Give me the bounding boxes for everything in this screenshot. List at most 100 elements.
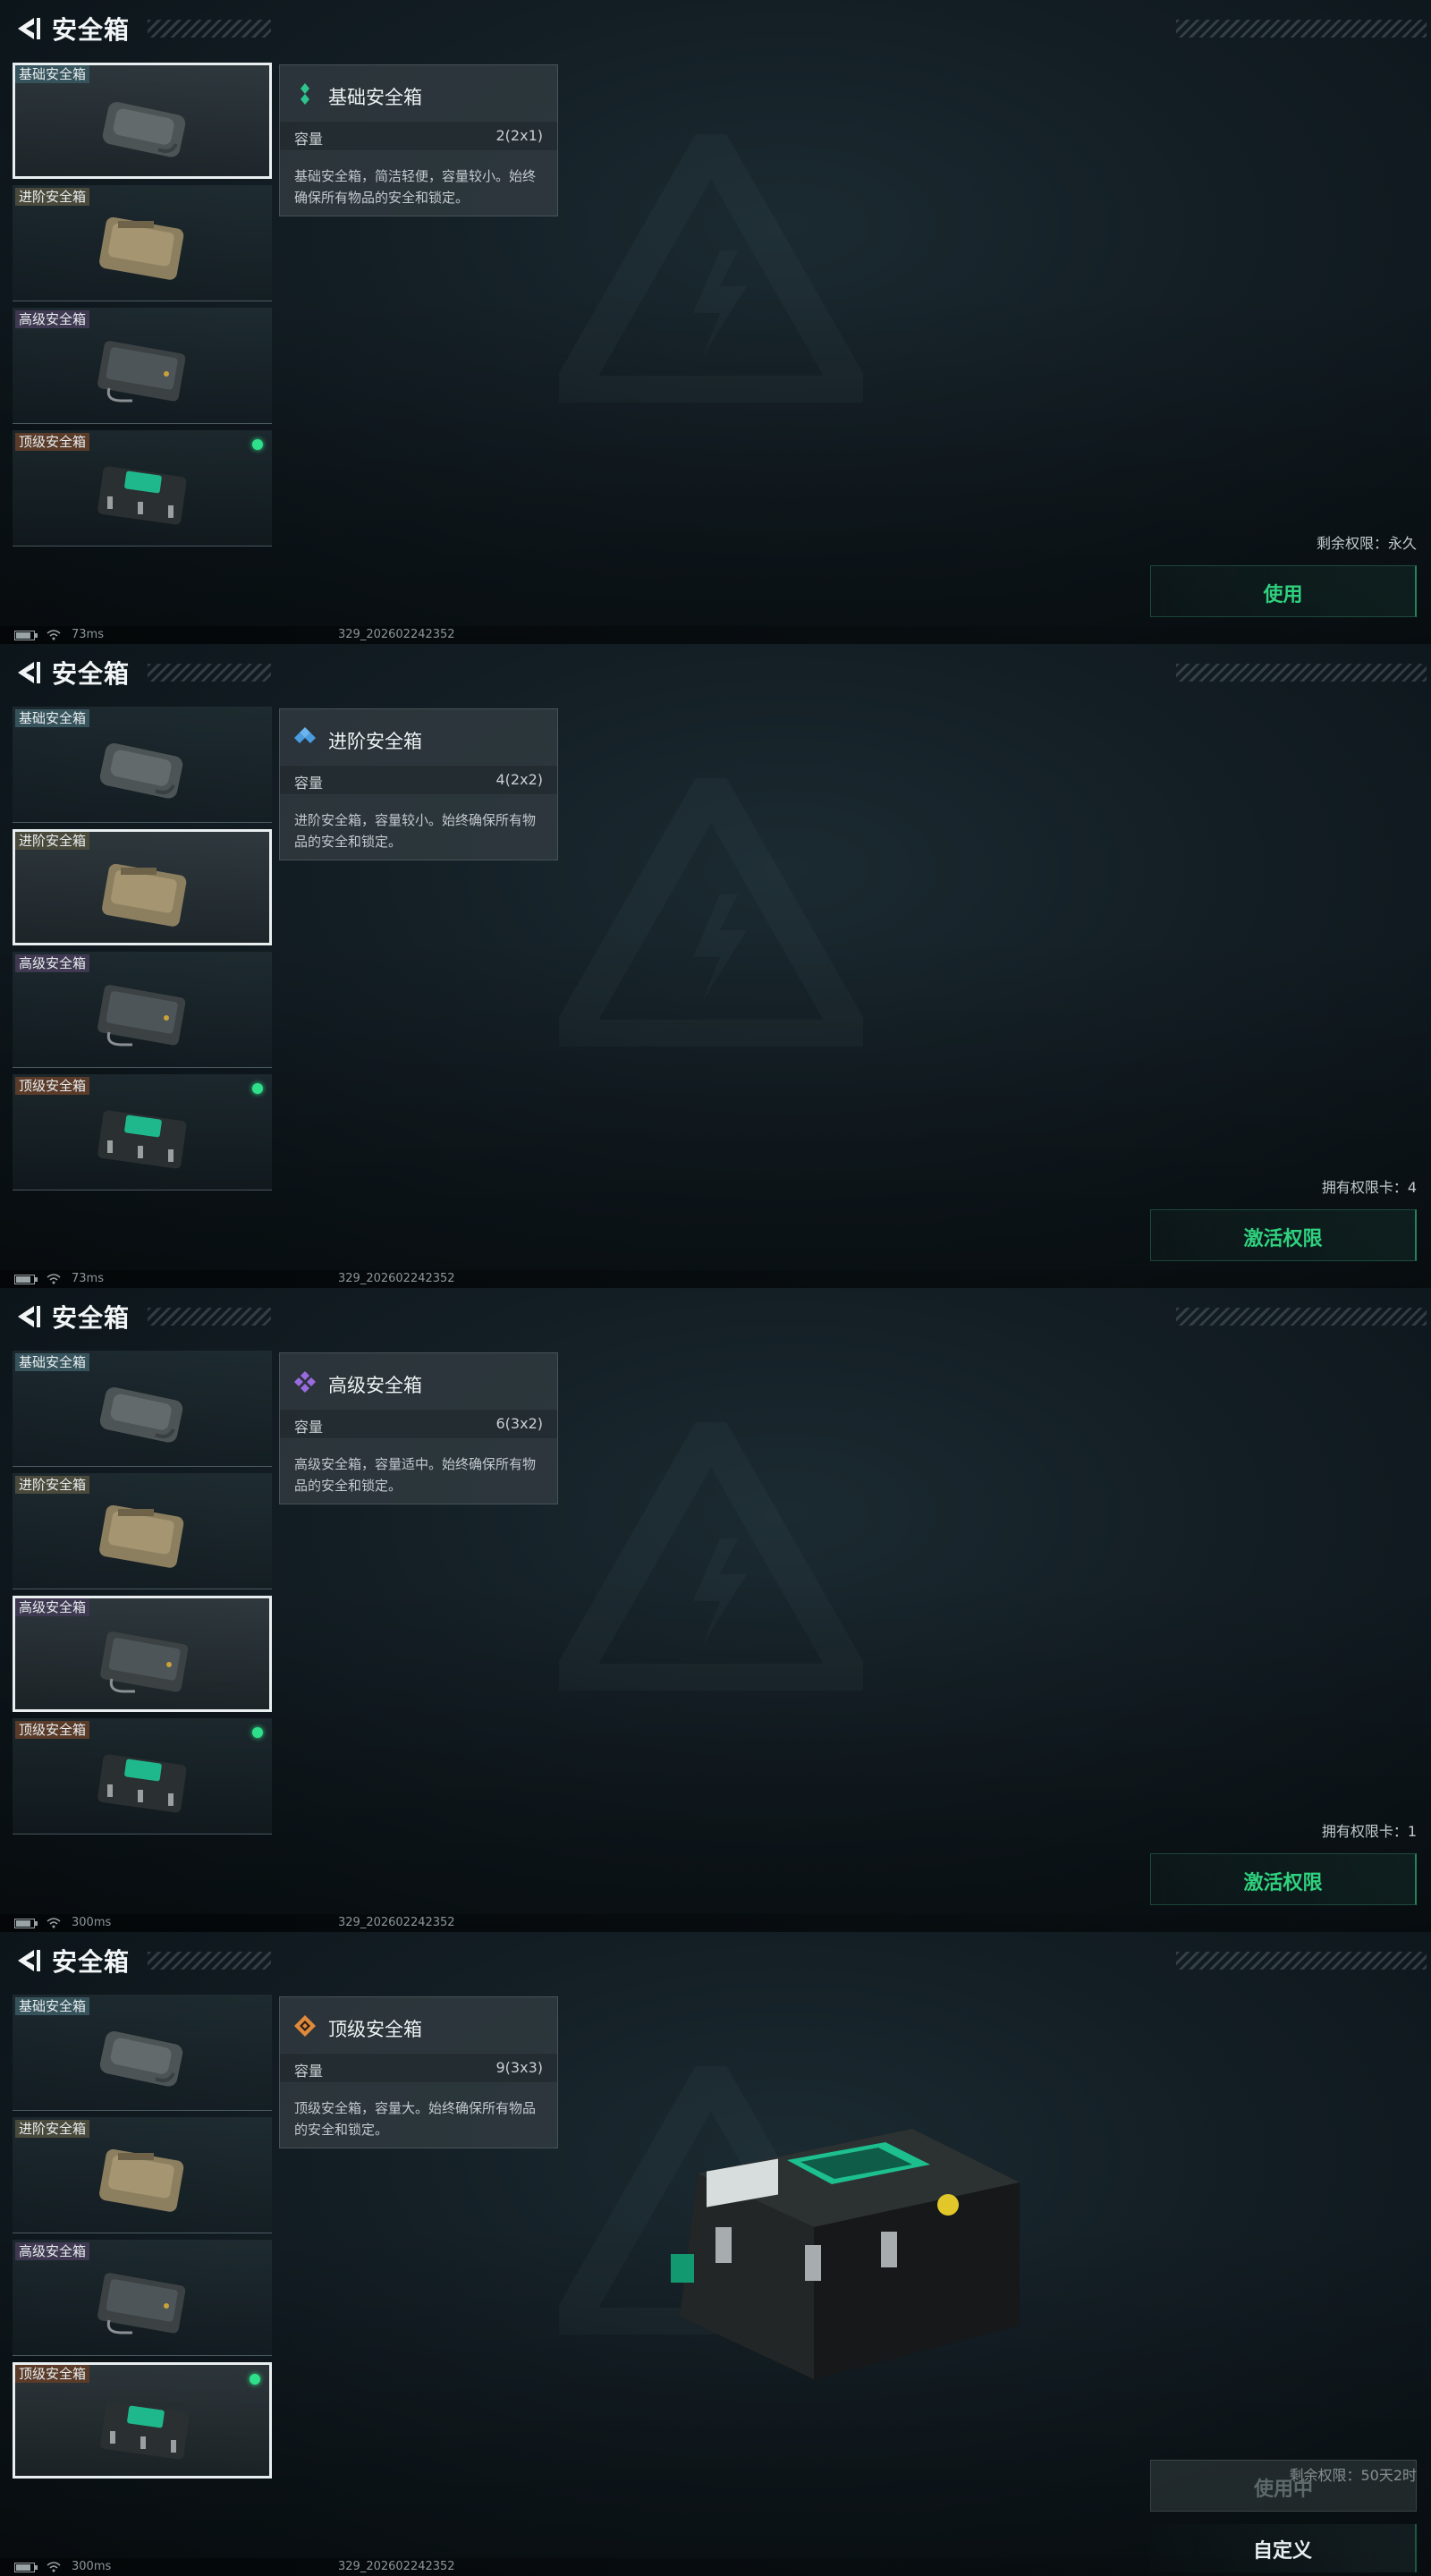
safebox-item-top[interactable]: 顶级安全箱 <box>13 430 272 547</box>
back-arrow-icon[interactable] <box>13 658 43 687</box>
top-safebox-thumbnail-icon <box>97 1754 187 1813</box>
safebox-item-advanced[interactable]: 进阶安全箱 <box>13 1473 272 1589</box>
capacity-value: 6(3x2) <box>495 1415 544 1432</box>
page-title: 安全箱 <box>52 1947 131 1977</box>
top-safebox-thumbnail-icon <box>97 1110 187 1169</box>
activate-permission-button[interactable]: 激活权限 <box>1150 1853 1417 1905</box>
tier-label: 进阶安全箱 <box>15 188 90 206</box>
safebox-item-advanced[interactable]: 进阶安全箱 <box>13 829 272 945</box>
permission-card-count: 拥有权限卡：1 <box>1321 1823 1417 1840</box>
screen-top: 安全箱 基础安全箱 进阶安全箱 高级安全箱 顶级安全箱 顶级安全箱 容量 9(3… <box>0 1932 1431 2576</box>
build-id: 329_202602242352 <box>338 2560 455 2573</box>
tier-label: 进阶安全箱 <box>15 832 90 850</box>
page-title: 安全箱 <box>52 1303 131 1333</box>
high-tier-icon <box>294 1371 316 1393</box>
wifi-icon <box>47 1918 61 1928</box>
status-bar: 300ms 329_202602242352 <box>0 1914 1431 1932</box>
high-safebox-thumbnail-icon <box>97 985 186 1046</box>
tier-label: 进阶安全箱 <box>15 1476 90 1494</box>
safebox-list: 基础安全箱 进阶安全箱 高级安全箱 顶级安全箱 <box>13 1351 274 1841</box>
capacity-label: 容量 <box>294 1419 324 1436</box>
advanced-safebox-thumbnail-icon <box>99 2148 184 2212</box>
top-safebox-model-icon <box>671 2129 1020 2379</box>
advanced-safebox-thumbnail-icon <box>99 1504 184 1568</box>
high-safebox-thumbnail-icon <box>97 341 186 402</box>
equipped-indicator-dot <box>250 2374 260 2385</box>
safebox-item-basic[interactable]: 基础安全箱 <box>13 63 272 179</box>
tier-label: 顶级安全箱 <box>15 433 90 451</box>
activate-button-label: 激活权限 <box>1243 1228 1323 1250</box>
safebox-item-high[interactable]: 高级安全箱 <box>13 308 272 424</box>
safebox-description: 顶级安全箱，容量大。始终确保所有物品的安全和锁定。 <box>294 2100 537 2138</box>
safebox-info-panel: 基础安全箱 容量 2(2x1) 基础安全箱，简洁轻便，容量较小。始终确保所有物品… <box>279 64 558 216</box>
build-id: 329_202602242352 <box>338 1916 455 1929</box>
tier-label: 基础安全箱 <box>15 65 90 83</box>
battery-icon <box>14 1275 38 1284</box>
capacity-value: 2(2x1) <box>495 127 544 144</box>
header-hatch-decoration <box>1176 664 1427 682</box>
header-hatch-decoration <box>1176 1308 1427 1326</box>
in-use-button[interactable]: 使用中 <box>1150 2460 1417 2512</box>
capacity-value: 4(2x2) <box>495 771 544 788</box>
top-bar: 安全箱 <box>0 1932 1431 1989</box>
capacity-row: 容量 9(3x3) <box>280 2053 557 2083</box>
safebox-name: 进阶安全箱 <box>328 731 422 752</box>
advanced-tier-icon <box>294 727 316 743</box>
advanced-safebox-thumbnail-icon <box>99 216 184 280</box>
wifi-icon <box>47 1274 61 1284</box>
safebox-description: 高级安全箱，容量适中。始终确保所有物品的安全和锁定。 <box>294 1456 537 1494</box>
battery-icon <box>14 631 38 640</box>
activate-button-label: 激活权限 <box>1243 1872 1323 1894</box>
top-bar: 安全箱 <box>0 644 1431 701</box>
safebox-name: 基础安全箱 <box>328 87 422 108</box>
tier-label: 基础安全箱 <box>15 1353 90 1371</box>
top-bar: 安全箱 <box>0 0 1431 57</box>
battery-icon <box>14 2563 38 2572</box>
capacity-label: 容量 <box>294 775 324 792</box>
header-hatch-decoration <box>1176 1952 1427 1970</box>
status-bar: 73ms 329_202602242352 <box>0 1270 1431 1288</box>
top-tier-icon <box>294 2015 316 2037</box>
safebox-item-basic[interactable]: 基础安全箱 <box>13 707 272 823</box>
header-hatch-decoration <box>148 1952 271 1970</box>
screen-high: 安全箱 基础安全箱 进阶安全箱 高级安全箱 顶级安全箱 高级安全箱 容量 6(3… <box>0 1288 1431 1932</box>
safebox-item-basic[interactable]: 基础安全箱 <box>13 1995 272 2111</box>
activate-permission-button[interactable]: 激活权限 <box>1150 1209 1417 1261</box>
safebox-item-top[interactable]: 顶级安全箱 <box>13 1718 272 1835</box>
basic-safebox-thumbnail-icon <box>99 2031 183 2087</box>
top-safebox-thumbnail-icon <box>97 466 187 525</box>
safebox-item-basic[interactable]: 基础安全箱 <box>13 1351 272 1467</box>
tier-label: 高级安全箱 <box>15 954 90 972</box>
ping-readout: 300ms <box>72 1916 112 1929</box>
use-button[interactable]: 使用 <box>1150 565 1417 617</box>
ping-readout: 300ms <box>72 2560 112 2573</box>
safebox-item-top[interactable]: 顶级安全箱 <box>13 2362 272 2479</box>
back-arrow-icon[interactable] <box>13 14 43 43</box>
capacity-label: 容量 <box>294 2063 324 2080</box>
back-arrow-icon[interactable] <box>13 1946 43 1975</box>
header-hatch-decoration <box>148 20 271 38</box>
tier-label: 基础安全箱 <box>15 1997 90 2015</box>
header-hatch-decoration <box>148 664 271 682</box>
back-arrow-icon[interactable] <box>13 1302 43 1331</box>
safebox-item-advanced[interactable]: 进阶安全箱 <box>13 2117 272 2233</box>
capacity-value: 9(3x3) <box>495 2059 544 2076</box>
safebox-item-top[interactable]: 顶级安全箱 <box>13 1074 272 1191</box>
safebox-item-advanced[interactable]: 进阶安全箱 <box>13 185 272 301</box>
basic-safebox-thumbnail-icon <box>99 743 183 799</box>
safebox-info-panel: 进阶安全箱 容量 4(2x2) 进阶安全箱，容量较小。始终确保所有物品的安全和锁… <box>279 708 558 860</box>
ping-readout: 73ms <box>72 1272 104 1285</box>
tier-label: 顶级安全箱 <box>15 1077 90 1095</box>
top-safebox-thumbnail-icon <box>100 2401 190 2460</box>
tier-label: 高级安全箱 <box>15 2242 90 2260</box>
safebox-description: 基础安全箱，简洁轻便，容量较小。始终确保所有物品的安全和锁定。 <box>294 168 537 206</box>
capacity-row: 容量 6(3x2) <box>280 1409 557 1439</box>
screen-advanced: 安全箱 基础安全箱 进阶安全箱 高级安全箱 顶级安全箱 进阶安全箱 容量 4(2… <box>0 644 1431 1288</box>
safebox-item-high[interactable]: 高级安全箱 <box>13 1596 272 1712</box>
wifi-icon <box>47 2562 61 2572</box>
high-safebox-thumbnail-icon <box>100 1631 189 1693</box>
safebox-item-high[interactable]: 高级安全箱 <box>13 2240 272 2356</box>
tier-label: 顶级安全箱 <box>15 1721 90 1739</box>
safebox-item-high[interactable]: 高级安全箱 <box>13 952 272 1068</box>
in-use-button-label: 使用中 <box>1253 2479 1313 2501</box>
